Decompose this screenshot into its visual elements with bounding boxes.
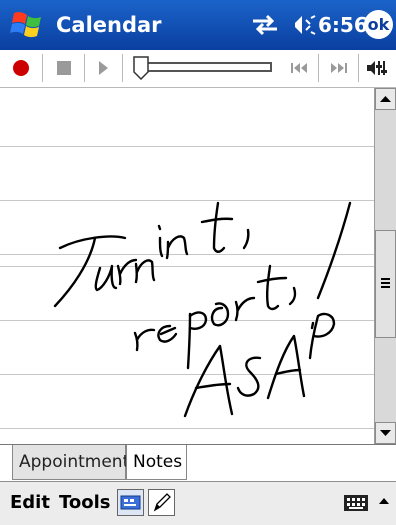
title-bar: Calendar 6:56 ok xyxy=(0,0,396,50)
toolbar-divider xyxy=(84,54,85,82)
edit-menu[interactable]: Edit xyxy=(10,491,50,515)
scroll-down-button[interactable] xyxy=(375,422,396,444)
toolbar-divider xyxy=(358,54,359,82)
position-slider[interactable] xyxy=(136,62,272,72)
skip-back-icon xyxy=(291,63,307,73)
scrollbar-thumb[interactable] xyxy=(375,230,396,338)
toolbar-divider xyxy=(42,54,43,82)
keyboard-view-icon xyxy=(120,495,141,510)
input-panel-arrow-icon[interactable] xyxy=(376,492,392,512)
scroll-down-icon xyxy=(380,430,391,436)
windows-start-icon[interactable] xyxy=(8,9,46,41)
menu-bar: Edit Tools xyxy=(0,481,396,525)
input-panel-keyboard-icon[interactable] xyxy=(343,492,369,514)
record-icon xyxy=(13,60,29,76)
stop-button[interactable] xyxy=(51,54,77,82)
speaker-icon[interactable] xyxy=(290,13,316,37)
toolbar-divider xyxy=(122,54,123,82)
tab-strip: Appointment Notes xyxy=(0,444,396,482)
skip-forward-icon xyxy=(331,63,347,73)
app-title[interactable]: Calendar xyxy=(56,12,162,38)
slider-thumb[interactable] xyxy=(133,56,149,81)
keyboard-view-button[interactable] xyxy=(117,489,144,516)
skip-forward-button[interactable] xyxy=(326,54,352,82)
grip-icon xyxy=(381,278,390,288)
handwriting-ink xyxy=(53,201,352,418)
volume-button[interactable] xyxy=(364,54,390,82)
clock[interactable]: 6:56 xyxy=(318,12,368,38)
connectivity-icon[interactable] xyxy=(250,13,280,37)
ok-button[interactable]: ok xyxy=(364,10,393,39)
skip-back-button[interactable] xyxy=(286,54,312,82)
toolbar-divider xyxy=(318,54,319,82)
tab-appointment[interactable]: Appointment xyxy=(12,445,129,480)
vertical-scrollbar[interactable] xyxy=(374,88,396,444)
scroll-up-button[interactable] xyxy=(375,88,396,110)
pen-icon xyxy=(153,493,171,512)
tools-menu[interactable]: Tools xyxy=(59,491,111,515)
note-canvas[interactable] xyxy=(0,88,374,444)
pen-button[interactable] xyxy=(148,489,175,516)
recording-toolbar xyxy=(0,50,396,88)
volume-icon xyxy=(367,61,387,75)
play-button[interactable] xyxy=(90,54,116,82)
stop-icon xyxy=(57,61,71,75)
tab-notes[interactable]: Notes xyxy=(126,445,187,480)
scroll-up-icon xyxy=(380,96,391,102)
record-button[interactable] xyxy=(8,54,34,82)
play-icon xyxy=(99,61,108,75)
